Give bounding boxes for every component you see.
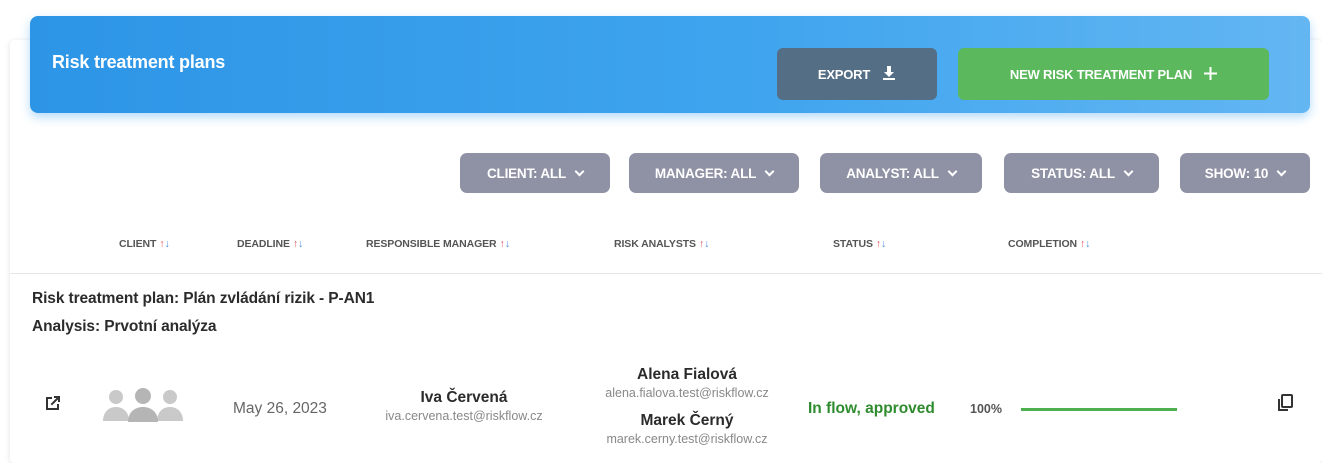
analyst-email: alena.fialova.test@riskflow.cz bbox=[605, 386, 769, 400]
sort-desc-icon[interactable]: ↓ bbox=[505, 238, 510, 250]
manager-email: iva.cervena.test@riskflow.cz bbox=[385, 409, 543, 423]
open-external-icon[interactable] bbox=[44, 394, 62, 412]
completion-percent: 100% bbox=[970, 402, 1002, 416]
analyst-filter-label: ANALYST: ALL bbox=[846, 165, 939, 181]
analyst-filter-dropdown[interactable]: ANALYST: ALL bbox=[820, 153, 982, 193]
completion-progress-fill bbox=[1021, 408, 1177, 411]
sort-desc-icon[interactable]: ↓ bbox=[704, 238, 709, 250]
sort-desc-icon[interactable]: ↓ bbox=[298, 238, 303, 250]
column-label: COMPLETION bbox=[1008, 238, 1077, 250]
table-header: CLIENT ↑↓ DEADLINE ↑↓ RESPONSIBLE MANAGER ↑… bbox=[0, 238, 1322, 256]
export-label: EXPORT bbox=[817, 66, 871, 82]
page-title: Risk treatment plans bbox=[52, 52, 226, 72]
manager-filter-dropdown[interactable]: MANAGER: ALL bbox=[629, 153, 799, 193]
client-filter-label: CLIENT: ALL bbox=[486, 165, 567, 181]
export-button[interactable]: EXPORT bbox=[777, 48, 937, 100]
table-row: May 26, 2023 Iva Červená iva.cervena.tes… bbox=[0, 360, 1322, 460]
analyst-name: Alena Fialová bbox=[637, 366, 737, 383]
column-header-client[interactable]: CLIENT ↑↓ bbox=[119, 238, 170, 250]
copy-icon[interactable] bbox=[1275, 393, 1295, 413]
page-size-label: SHOW: 10 bbox=[1204, 165, 1269, 181]
new-risk-treatment-plan-button[interactable]: NEW RISK TREATMENT PLAN bbox=[958, 48, 1269, 100]
plan-title: Risk treatment plan: Plán zvládání rizik… bbox=[32, 290, 375, 307]
analysis-title: Analysis: Prvotní analýza bbox=[32, 318, 217, 335]
status-filter-label: STATUS: ALL bbox=[1031, 165, 1115, 181]
download-icon bbox=[882, 65, 896, 83]
analyst-email: marek.cerny.test@riskflow.cz bbox=[606, 432, 768, 446]
chevron-down-icon bbox=[574, 166, 585, 176]
risk-analyst-item: Alena Fialová alena.fialova.test@riskflo… bbox=[584, 366, 790, 400]
client-filter-dropdown[interactable]: CLIENT: ALL bbox=[460, 153, 610, 193]
new-plan-label: NEW RISK TREATMENT PLAN bbox=[1009, 66, 1193, 82]
chevron-down-icon bbox=[1123, 166, 1134, 176]
column-header-deadline[interactable]: DEADLINE ↑↓ bbox=[237, 238, 303, 250]
client-avatar-group-icon bbox=[102, 388, 184, 422]
analyst-name: Marek Černý bbox=[640, 412, 734, 429]
sort-desc-icon[interactable]: ↓ bbox=[1085, 238, 1090, 250]
deadline-cell: May 26, 2023 bbox=[233, 400, 327, 417]
chevron-down-icon bbox=[947, 166, 958, 176]
responsible-manager-cell: Iva Červená iva.cervena.test@riskflow.cz bbox=[366, 389, 562, 423]
chevron-down-icon bbox=[764, 166, 775, 176]
manager-filter-label: MANAGER: ALL bbox=[654, 165, 757, 181]
status-badge: In flow, approved bbox=[808, 400, 935, 417]
header-divider bbox=[10, 273, 1322, 274]
column-label: DEADLINE bbox=[237, 238, 290, 250]
risk-analyst-item: Marek Černý marek.cerny.test@riskflow.cz bbox=[584, 412, 790, 446]
status-filter-dropdown[interactable]: STATUS: ALL bbox=[1004, 153, 1159, 193]
filter-bar: CLIENT: ALL MANAGER: ALL ANALYST: ALL ST… bbox=[0, 153, 1322, 193]
page-size-dropdown[interactable]: SHOW: 10 bbox=[1180, 153, 1310, 193]
manager-name: Iva Červená bbox=[420, 389, 508, 406]
column-header-analysts[interactable]: RISK ANALYSTS ↑↓ bbox=[614, 238, 709, 250]
column-header-status[interactable]: STATUS ↑↓ bbox=[833, 238, 886, 250]
plus-icon bbox=[1204, 66, 1218, 83]
chevron-down-icon bbox=[1276, 166, 1287, 176]
column-label: RESPONSIBLE MANAGER bbox=[366, 238, 497, 250]
sort-desc-icon[interactable]: ↓ bbox=[164, 238, 169, 250]
column-label: RISK ANALYSTS bbox=[614, 238, 696, 250]
column-label: CLIENT bbox=[119, 238, 157, 250]
column-label: STATUS bbox=[833, 238, 873, 250]
sort-desc-icon[interactable]: ↓ bbox=[881, 238, 886, 250]
column-header-manager[interactable]: RESPONSIBLE MANAGER ↑↓ bbox=[366, 238, 510, 250]
completion-progress-bar bbox=[1021, 408, 1177, 411]
column-header-completion[interactable]: COMPLETION ↑↓ bbox=[1008, 238, 1090, 250]
page-header: Risk treatment plans EXPORT NEW RISK TRE… bbox=[30, 16, 1310, 113]
